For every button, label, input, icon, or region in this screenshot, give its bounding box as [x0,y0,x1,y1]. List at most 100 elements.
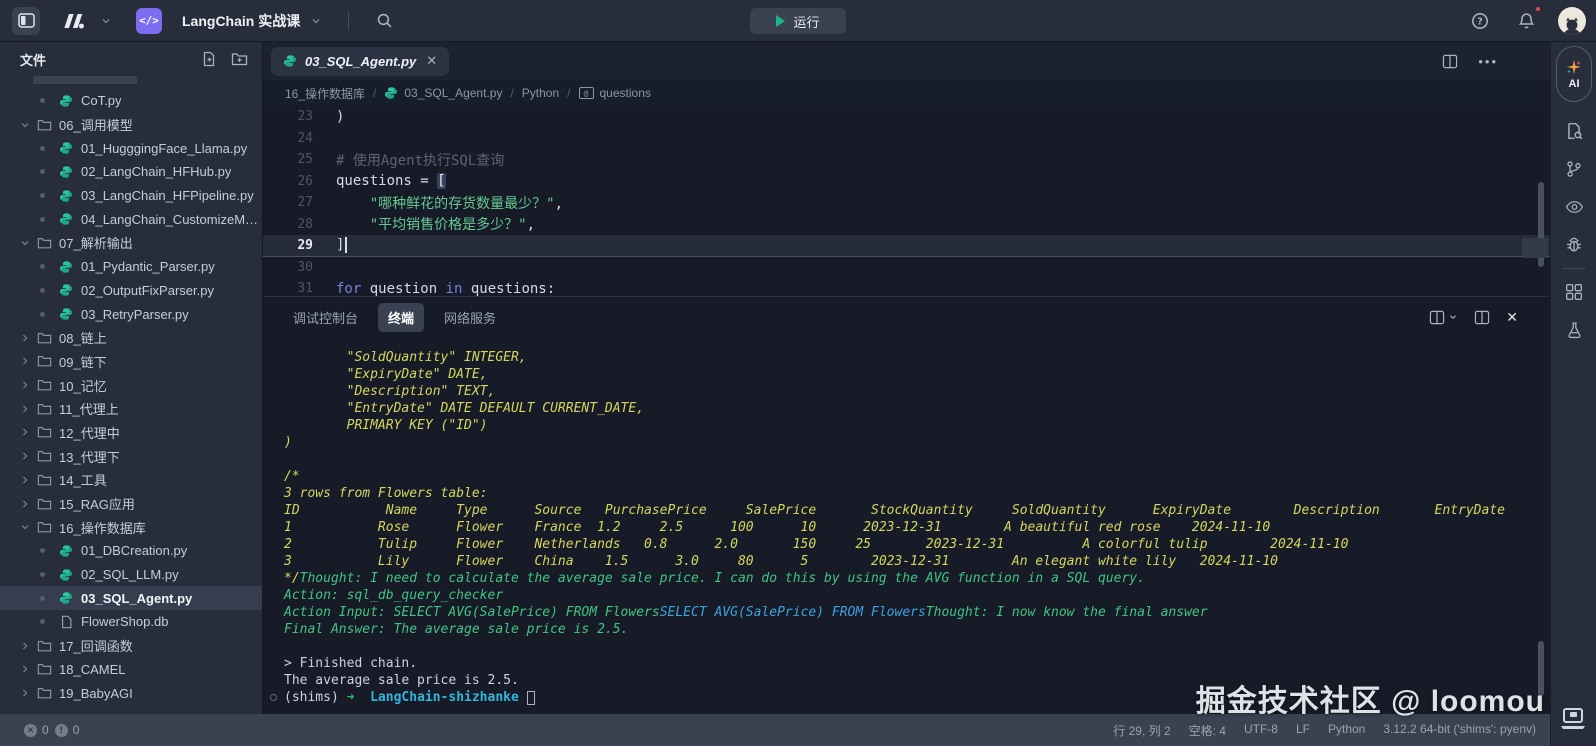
chevron-right-icon[interactable] [18,355,32,367]
chevron-right-icon[interactable] [18,640,32,652]
terminal-scrollbar-thumb[interactable] [1538,641,1544,696]
code-line-27[interactable]: 27 "哪种鲜花的存货数量最少？", [263,192,1550,214]
tree-item-03_retryparser-py[interactable]: 03_RetryParser.py [0,302,262,326]
tree-item-09_链下[interactable]: 09_链下 [0,350,262,374]
tree-item-11_代理上[interactable]: 11_代理上 [0,397,262,421]
tree-item-01_dbcreation-py[interactable]: 01_DBCreation.py [0,539,262,563]
tree-item-10_记忆[interactable]: 10_记忆 [0,373,262,397]
tree-item-16_操作数据库[interactable]: 16_操作数据库 [0,515,262,539]
chevron-right-icon[interactable] [18,498,32,510]
chevron-down-icon[interactable] [18,521,32,533]
status-item[interactable]: Python [1328,722,1365,739]
chevron-right-icon[interactable] [18,332,32,344]
user-avatar[interactable] [1558,7,1586,35]
code-line-28[interactable]: 28 "平均销售价格是多少？", [263,214,1550,236]
new-file-button[interactable] [201,51,217,67]
git-status-dot [40,98,45,103]
file-search-button[interactable] [1551,112,1596,150]
help-button[interactable]: ? [1466,7,1494,35]
toggle-sidebar-button[interactable] [12,7,40,35]
source-control-button[interactable] [1551,150,1596,188]
tree-item-02_langchain_hfhub-py[interactable]: 02_LangChain_HFHub.py [0,160,262,184]
status-item[interactable]: UTF-8 [1244,722,1278,739]
code-line-24[interactable]: 24 [263,128,1550,150]
terminal-output[interactable]: "SoldQuantity" INTEGER, "ExpiryDate" DAT… [263,337,1550,706]
terminal-command-decoration-icon[interactable] [270,694,277,701]
tree-item-label: 09_链下 [59,352,107,371]
code-line-29[interactable]: 29] [263,235,1550,257]
tree-item-13_代理下[interactable]: 13_代理下 [0,444,262,468]
chevron-right-icon[interactable] [18,450,32,462]
status-item[interactable]: 行 29, 列 2 [1113,722,1170,739]
tab-close-icon[interactable]: ✕ [426,53,437,69]
breadcrumb-item[interactable]: Python [522,86,559,100]
code-line-25[interactable]: 25# 使用Agent执行SQL查询 [263,149,1550,171]
ai-assistant-button[interactable]: AI [1556,46,1592,102]
split-editor-button[interactable] [1442,54,1458,69]
problems-summary[interactable]: ✕ 0 ! 0 [0,723,79,737]
tree-item-cot-py[interactable]: CoT.py [0,89,262,113]
tree-item-06_调用模型[interactable]: 06_调用模型 [0,113,262,137]
panel-tab-网络服务[interactable]: 网络服务 [434,303,506,332]
search-button[interactable] [373,7,395,35]
code-editor[interactable]: 23)2425# 使用Agent执行SQL查询26questions = [27… [263,106,1550,296]
breadcrumb-item[interactable]: 16_操作数据库 [285,85,365,102]
chevron-right-icon[interactable] [18,687,32,699]
tree-item-18_camel[interactable]: 18_CAMEL [0,658,262,682]
code-line-31[interactable]: 31for question in questions: [263,278,1550,296]
tree-item-12_代理中[interactable]: 12_代理中 [0,421,262,445]
run-button[interactable]: 运行 [750,8,846,34]
tree-item-08_链上[interactable]: 08_链上 [0,326,262,350]
code-review-button[interactable] [1551,188,1596,226]
split-terminal-button[interactable] [1429,310,1458,325]
logo-menu-chevron-icon[interactable] [100,15,112,27]
tree-item-03_langchain_hfpipeline-py[interactable]: 03_LangChain_HFPipeline.py [0,184,262,208]
testing-button[interactable] [1551,311,1596,349]
tree-item-15_rag应用[interactable]: 15_RAG应用 [0,492,262,516]
tree-item-19_babyagi[interactable]: 19_BabyAGI [0,681,262,705]
code-line-26[interactable]: 26questions = [ [263,171,1550,193]
remote-device-button[interactable] [1558,706,1588,732]
status-item[interactable]: 3.12.2 64-bit ('shims': pyenv) [1383,722,1536,739]
notifications-button[interactable] [1512,7,1540,35]
panel-tab-调试控制台[interactable]: 调试控制台 [283,303,368,332]
project-icon[interactable]: </> [136,8,162,34]
chevron-right-icon[interactable] [18,379,32,391]
close-panel-button[interactable]: ✕ [1506,309,1518,326]
tree-item-17_回调函数[interactable]: 17_回调函数 [0,634,262,658]
tree-item-03_sql_agent-py[interactable]: 03_SQL_Agent.py [0,586,262,610]
tree-item-flowershop-db[interactable]: FlowerShop.db [0,610,262,634]
panel-tab-终端[interactable]: 终端 [378,303,424,332]
tree-item-04_langchain_customizemod-[interactable]: 04_LangChain_CustomizeMod... [0,207,262,231]
breadcrumb-label: 03_SQL_Agent.py [404,86,502,100]
debug-button[interactable] [1551,226,1596,264]
chevron-right-icon[interactable] [18,403,32,415]
code-line-23[interactable]: 23) [263,106,1550,128]
tree-item-02_sql_llm-py[interactable]: 02_SQL_LLM.py [0,563,262,587]
code-line-30[interactable]: 30 [263,257,1550,279]
chevron-down-icon[interactable] [18,119,32,131]
chevron-right-icon[interactable] [18,426,32,438]
project-name[interactable]: LangChain 实战课 [182,11,300,31]
tree-item-clipped[interactable] [33,76,137,84]
editor-tab-03-sql-agent[interactable]: 03_SQL_Agent.py ✕ [271,47,449,76]
tree-item-02_outputfixparser-py[interactable]: 02_OutputFixParser.py [0,279,262,303]
breadcrumb-item[interactable]: 03_SQL_Agent.py [384,86,502,100]
tree-item-01_pydantic_parser-py[interactable]: 01_Pydantic_Parser.py [0,255,262,279]
chevron-down-icon[interactable] [18,237,32,249]
breadcrumb-item[interactable]: @questions [579,86,651,100]
chevron-right-icon[interactable] [18,474,32,486]
status-item[interactable]: LF [1296,722,1310,739]
app-logo[interactable] [62,7,90,35]
extensions-button[interactable] [1551,273,1596,311]
tree-item-07_解析输出[interactable]: 07_解析输出 [0,231,262,255]
editor-more-actions-button[interactable]: ••• [1478,54,1498,69]
status-item[interactable]: 空格: 4 [1189,722,1226,739]
maximize-panel-button[interactable] [1474,310,1490,325]
chevron-right-icon[interactable] [18,663,32,675]
new-folder-button[interactable] [231,51,248,67]
project-menu-chevron-icon[interactable] [310,15,322,27]
tree-item-01_hugggingface_llama-py[interactable]: 01_HugggingFace_Llama.py [0,136,262,160]
tree-item-14_工具[interactable]: 14_工具 [0,468,262,492]
python-icon [58,212,74,226]
